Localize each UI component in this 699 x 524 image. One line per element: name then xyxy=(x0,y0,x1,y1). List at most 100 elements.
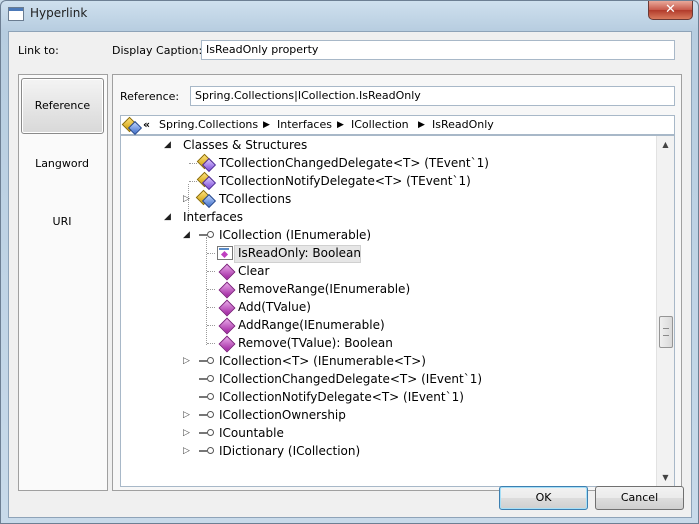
scrollbar-thumb[interactable] xyxy=(659,316,673,348)
nav-item-reference[interactable]: Reference xyxy=(21,78,104,134)
tree-row-label: TCollectionChangedDelegate<T> (TEvent`1) xyxy=(219,156,489,170)
class-icon xyxy=(198,191,214,205)
symbol-tree: ◢ Classes & Structures TCollectionChange… xyxy=(120,135,675,487)
tree-row-idictionary[interactable]: ▷ IDictionary (ICollection) xyxy=(121,442,658,460)
tree-row-addrange[interactable]: AddRange(IEnumerable) xyxy=(121,316,658,335)
method-icon xyxy=(218,317,236,335)
tree-row-tcollectionchangeddelegate[interactable]: TCollectionChangedDelegate<T> (TEvent`1) xyxy=(121,154,658,172)
tree-row-icollectionchangeddelegate[interactable]: ICollectionChangedDelegate<T> (IEvent`1) xyxy=(121,370,658,388)
tree-row-label: IDictionary (ICollection) xyxy=(219,444,361,458)
tree-row-label: ICollection<T> (IEnumerable<T>) xyxy=(219,354,426,368)
nav-item-uri[interactable]: URI xyxy=(20,195,104,249)
interface-icon xyxy=(199,411,221,419)
tree-row-icollectionownership[interactable]: ▷ ICollectionOwnership xyxy=(121,406,658,424)
breadcrumb-back-button[interactable]: « xyxy=(143,116,150,134)
tree-row-label: ICountable xyxy=(219,426,284,440)
tree-guide-line xyxy=(207,307,215,308)
tree-row-tcollectionnotifydelegate[interactable]: TCollectionNotifyDelegate<T> (TEvent`1) xyxy=(121,172,658,190)
tree-row-icollection[interactable]: ◢ ICollection (IEnumerable) xyxy=(121,226,658,244)
method-icon xyxy=(218,263,236,281)
delegate-icon xyxy=(198,173,214,187)
tree-row-icollectionnotifydelegate[interactable]: ICollectionNotifyDelegate<T> (IEvent`1) xyxy=(121,388,658,406)
tree-guide-line xyxy=(207,343,215,344)
tree-guide-line xyxy=(207,325,215,326)
breadcrumb-interfaces[interactable]: Interfaces xyxy=(277,116,332,134)
interface-icon xyxy=(199,429,221,437)
tree-row-label: RemoveRange(IEnumerable) xyxy=(238,282,411,296)
namespace-icon xyxy=(124,118,140,132)
tree-row-label: Clear xyxy=(238,264,270,278)
tree-scrollbar[interactable]: ▲ ▼ xyxy=(656,136,674,486)
reference-panel: Reference: « Spring.Collections ▶ Interf… xyxy=(112,74,682,491)
collapsed-arrow-icon[interactable]: ▷ xyxy=(183,190,190,208)
tree-row-label: AddRange(IEnumerable) xyxy=(238,318,385,332)
tree-guide-line xyxy=(189,181,197,182)
link-to-label: Link to: xyxy=(18,44,59,57)
tree-row-clear[interactable]: Clear xyxy=(121,262,658,281)
method-icon xyxy=(218,335,236,353)
window-icon xyxy=(8,7,24,21)
interface-icon xyxy=(199,375,221,383)
window-title: Hyperlink xyxy=(30,6,88,20)
tree-row-tcollections[interactable]: ▷ TCollections xyxy=(121,190,658,208)
link-type-panel: Reference Langword URI xyxy=(18,74,108,491)
method-icon xyxy=(218,281,236,299)
scroll-up-arrow-icon[interactable]: ▲ xyxy=(657,136,674,153)
tree-row-add[interactable]: Add(TValue) xyxy=(121,298,658,317)
interface-icon xyxy=(199,357,221,365)
tree-guide-line xyxy=(189,163,197,164)
collapsed-arrow-icon[interactable]: ▷ xyxy=(183,406,190,424)
tree-row-label: Classes & Structures xyxy=(183,138,308,152)
breadcrumb-isreadonly[interactable]: IsReadOnly xyxy=(432,116,494,134)
close-button[interactable]: ✕ xyxy=(648,1,693,20)
breadcrumb-spring-collections[interactable]: Spring.Collections xyxy=(159,116,258,134)
tree-row-label: Remove(TValue): Boolean xyxy=(238,336,393,350)
title-bar[interactable]: Hyperlink ✕ xyxy=(1,1,698,27)
breadcrumb-separator-icon: ▶ xyxy=(418,120,425,130)
interface-icon xyxy=(199,393,221,401)
collapsed-arrow-icon[interactable]: ▷ xyxy=(183,352,190,370)
ok-button[interactable]: OK xyxy=(499,486,588,510)
display-caption-input[interactable] xyxy=(201,40,675,60)
tree-row-label: ICollectionNotifyDelegate<T> (IEvent`1) xyxy=(219,390,464,404)
tree-row-label: Add(TValue) xyxy=(238,300,311,314)
tree-row-isreadonly[interactable]: IsReadOnly: Boolean xyxy=(121,244,658,263)
breadcrumb-icollection[interactable]: ICollection xyxy=(351,116,409,134)
tree-row-removerange[interactable]: RemoveRange(IEnumerable) xyxy=(121,280,658,299)
tree-row-classes-structures[interactable]: ◢ Classes & Structures xyxy=(121,136,658,154)
expanded-arrow-icon[interactable]: ◢ xyxy=(183,226,190,244)
reference-label: Reference: xyxy=(120,90,180,103)
scroll-down-arrow-icon[interactable]: ▼ xyxy=(657,469,674,486)
tree-row-remove[interactable]: Remove(TValue): Boolean xyxy=(121,334,658,353)
collapsed-arrow-icon[interactable]: ▷ xyxy=(183,424,190,442)
tree-row-label: TCollectionNotifyDelegate<T> (TEvent`1) xyxy=(219,174,471,188)
cancel-button[interactable]: Cancel xyxy=(595,486,684,510)
interface-icon xyxy=(199,447,221,455)
tree-row-interfaces[interactable]: ◢ Interfaces xyxy=(121,208,658,226)
method-icon xyxy=(218,299,236,317)
interface-icon xyxy=(199,231,221,239)
breadcrumb-separator-icon: ▶ xyxy=(337,120,344,130)
breadcrumb-separator-icon: ▶ xyxy=(263,120,270,130)
tree-row-label: Interfaces xyxy=(183,210,243,224)
property-icon xyxy=(217,246,233,260)
nav-item-langword[interactable]: Langword xyxy=(20,137,104,191)
tree-guide-line xyxy=(207,289,215,290)
tree-row-label: TCollections xyxy=(219,192,292,206)
tree-row-label: ICollectionChangedDelegate<T> (IEvent`1) xyxy=(219,372,483,386)
tree-guide-line xyxy=(207,271,215,272)
dialog-body: Link to: Display Caption: Reference Lang… xyxy=(8,31,692,518)
expanded-arrow-icon[interactable]: ◢ xyxy=(164,136,171,154)
reference-input[interactable] xyxy=(190,86,675,106)
tree-guide-line xyxy=(207,253,215,254)
tree-row-label: ICollection (IEnumerable) xyxy=(219,228,372,242)
delegate-icon xyxy=(198,155,214,169)
expanded-arrow-icon[interactable]: ◢ xyxy=(164,208,171,226)
tree-row-label: IsReadOnly: Boolean xyxy=(238,246,362,260)
tree-row-icollection-generic[interactable]: ▷ ICollection<T> (IEnumerable<T>) xyxy=(121,352,658,370)
tree-row-icountable[interactable]: ▷ ICountable xyxy=(121,424,658,442)
collapsed-arrow-icon[interactable]: ▷ xyxy=(183,442,190,460)
tree-row-label: ICollectionOwnership xyxy=(219,408,346,422)
breadcrumb: « Spring.Collections ▶ Interfaces ▶ ICol… xyxy=(120,115,675,135)
display-caption-label: Display Caption: xyxy=(112,44,203,57)
